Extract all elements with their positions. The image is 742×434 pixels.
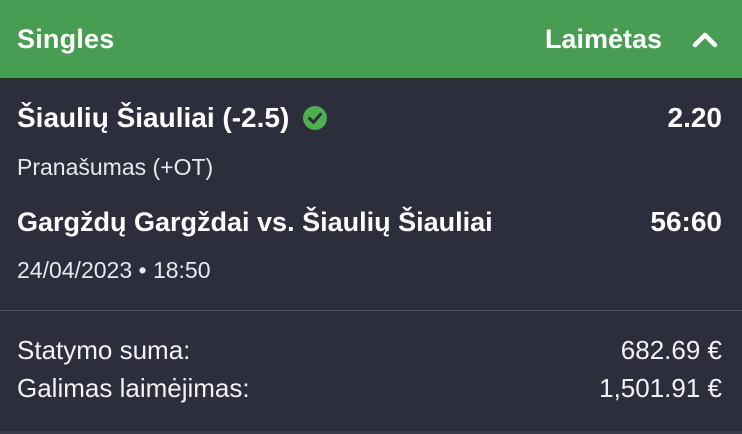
stake-value: 682.69 € xyxy=(620,335,722,365)
check-circle-icon xyxy=(303,106,328,130)
event-name: Gargždų Gargždai vs. Šiaulių Šiauliai xyxy=(17,206,493,237)
potential-win-label: Galimas laimėjimas: xyxy=(17,373,250,403)
stake-label: Statymo suma: xyxy=(17,335,191,365)
bet-status-label: Laimėtas xyxy=(544,23,662,54)
bet-header[interactable]: Singles Laimėtas xyxy=(0,0,742,78)
event-row: Gargždų Gargždai vs. Šiaulių Šiauliai 56… xyxy=(17,200,722,244)
selection-row: Šiaulių Šiauliai (-2.5) 2.20 xyxy=(17,96,722,140)
divider xyxy=(0,310,742,311)
chevron-up-icon[interactable] xyxy=(690,24,720,54)
selection-odds: 2.20 xyxy=(667,102,723,133)
event-datetime: 24/04/2023 • 18:50 xyxy=(17,257,211,283)
selection-left: Šiaulių Šiauliai (-2.5) xyxy=(17,102,328,134)
header-right: Laimėtas xyxy=(545,24,720,55)
bet-type-title: Singles xyxy=(17,23,115,54)
market-name: Pranašumas (+OT) xyxy=(17,154,214,180)
bet-card: Singles Laimėtas Šiaulių Šiauliai (-2.5)… xyxy=(0,0,742,434)
potential-win-value: 1,501.91 € xyxy=(599,373,722,403)
stake-row: Statymo suma: 682.69 € xyxy=(17,335,722,366)
potential-win-row: Galimas laimėjimas: 1,501.91 € xyxy=(17,373,722,404)
selection-name: Šiaulių Šiauliai (-2.5) xyxy=(17,102,290,133)
event-score: 56:60 xyxy=(650,206,722,237)
